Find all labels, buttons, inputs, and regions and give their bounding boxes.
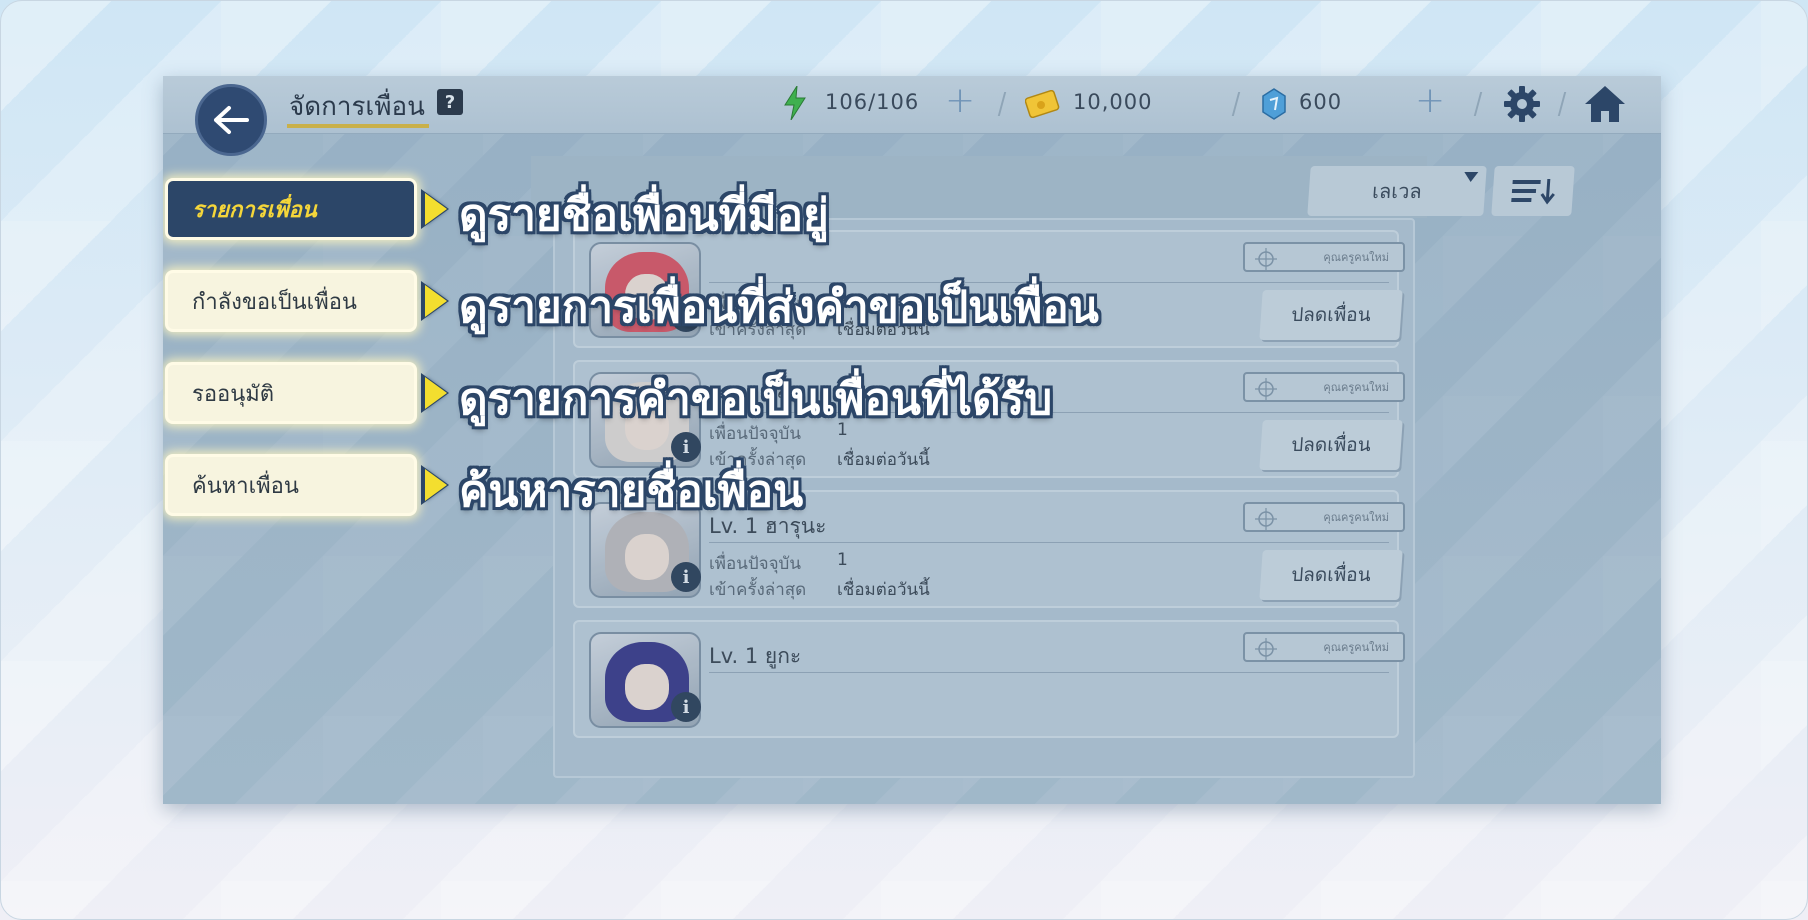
pointer-arrow-icon xyxy=(425,377,447,409)
gem-value: 600 xyxy=(1299,90,1343,114)
back-button[interactable] xyxy=(195,84,267,156)
tab-label: ค้นหาเพื่อน xyxy=(192,473,299,499)
top-bar: จัดการเพื่อน ? 106/106 + 10,000 600 + xyxy=(163,76,1661,134)
tab-friend-list[interactable]: รายการเพื่อน xyxy=(165,178,417,240)
page-title: จัดการเพื่อน xyxy=(289,92,425,122)
annotation-awaiting-approval: ดูรายการคำขอเป็นเพื่อนที่ได้รับ xyxy=(459,374,1053,425)
back-arrow-icon xyxy=(214,106,249,134)
pointer-arrow-icon xyxy=(425,285,447,317)
title-underline xyxy=(287,124,429,128)
home-icon[interactable] xyxy=(1583,84,1627,124)
gear-icon[interactable] xyxy=(1503,85,1541,123)
tab-label: กำลังขอเป็นเพื่อน xyxy=(192,289,357,315)
separator xyxy=(1557,92,1567,116)
screenshot-background: จัดการเพื่อน ? 106/106 + 10,000 600 + เล… xyxy=(0,0,1808,920)
annotation-friend-list: ดูรายชื่อเพื่อนที่มีอยู่ xyxy=(459,190,829,241)
gold-value: 10,000 xyxy=(1073,90,1153,114)
stamina-plus-icon[interactable]: + xyxy=(945,83,975,119)
separator xyxy=(997,92,1007,116)
gem-plus-icon[interactable]: + xyxy=(1415,83,1445,119)
gold-card-icon xyxy=(1025,90,1060,118)
stamina-value: 106/106 xyxy=(825,90,920,114)
separator xyxy=(1473,92,1483,116)
tab-search-friends[interactable]: ค้นหาเพื่อน xyxy=(165,454,417,516)
annotation-pending-requests: ดูรายการเพื่อนที่ส่งคำขอเป็นเพื่อน xyxy=(459,282,1099,333)
tab-awaiting-approval[interactable]: รออนุมัติ xyxy=(165,362,417,424)
separator xyxy=(1231,92,1241,116)
gem-icon xyxy=(1262,88,1286,120)
annotation-search-friends: ค้นหารายชื่อเพื่อน xyxy=(459,466,804,517)
tab-label: รออนุมัติ xyxy=(192,381,275,407)
tab-label: รายการเพื่อน xyxy=(192,197,317,223)
game-window: จัดการเพื่อน ? 106/106 + 10,000 600 + เล… xyxy=(163,76,1661,804)
pointer-arrow-icon xyxy=(425,193,447,225)
tab-pending-requests[interactable]: กำลังขอเป็นเพื่อน xyxy=(165,270,417,332)
help-icon[interactable]: ? xyxy=(437,89,463,115)
stamina-bolt-icon xyxy=(784,86,806,120)
pointer-arrow-icon xyxy=(425,469,447,501)
